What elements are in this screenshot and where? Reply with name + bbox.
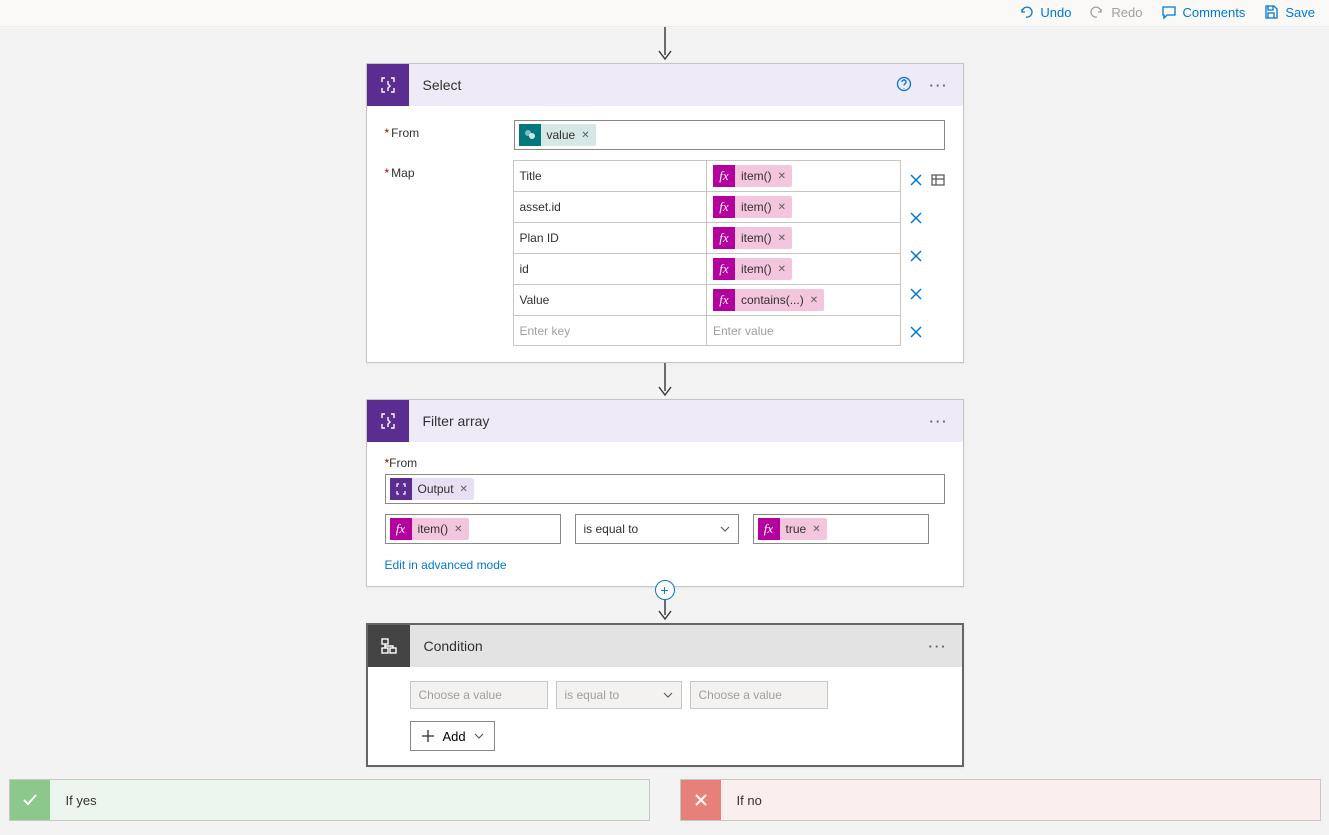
remove-token-icon[interactable]: ✕ <box>454 524 462 535</box>
map-key-cell[interactable]: id <box>513 254 707 285</box>
check-icon <box>10 780 50 820</box>
from-input[interactable]: Output ✕ <box>385 474 945 504</box>
card-header[interactable]: Condition ··· <box>368 625 962 667</box>
token-output[interactable]: Output ✕ <box>390 478 474 500</box>
branch-header[interactable]: If no <box>681 780 1320 820</box>
map-value-cell[interactable]: fxitem()✕ <box>707 161 901 192</box>
map-value-input[interactable] <box>713 324 894 338</box>
fx-icon: fx <box>713 196 735 218</box>
map-value-cell[interactable]: fxcontains(...)✕ <box>707 285 901 316</box>
card-menu-button[interactable]: ··· <box>926 414 953 429</box>
remove-token-icon[interactable]: ✕ <box>778 171 786 182</box>
map-key-cell[interactable]: Value <box>513 285 707 316</box>
delete-row-icon[interactable] <box>909 173 923 190</box>
remove-token-icon[interactable]: ✕ <box>778 202 786 213</box>
token-fx[interactable]: fxtrue✕ <box>758 518 827 540</box>
delete-row-icon[interactable] <box>909 325 923 342</box>
chevron-down-icon <box>720 524 730 534</box>
delete-row-icon[interactable] <box>909 249 923 266</box>
card-title: Select <box>423 77 882 93</box>
from-label: *From <box>385 456 945 470</box>
help-icon[interactable] <box>896 76 912 95</box>
undo-button[interactable]: Undo <box>1018 4 1071 20</box>
condition-operator-select[interactable]: is equal to <box>556 681 682 709</box>
map-key-cell[interactable]: Title <box>513 161 707 192</box>
save-button[interactable]: Save <box>1263 4 1315 20</box>
action-card-filter: Filter array ··· *From Output ✕ fxitem()… <box>366 399 964 587</box>
delete-row-icon[interactable] <box>909 211 923 228</box>
branch-no: If no <box>680 779 1321 821</box>
command-bar: Undo Redo Comments Save <box>0 0 1329 27</box>
remove-token-icon[interactable]: ✕ <box>778 233 786 244</box>
redo-button[interactable]: Redo <box>1089 4 1142 20</box>
card-menu-button[interactable]: ··· <box>926 78 953 93</box>
chevron-down-icon <box>663 690 673 700</box>
map-table: Title fxitem()✕ asset.id fxitem()✕ Plan … <box>513 160 901 346</box>
card-title: Filter array <box>423 413 912 429</box>
map-label: *Map <box>385 160 499 180</box>
from-input[interactable]: value ✕ <box>514 120 945 150</box>
control-icon <box>368 625 410 667</box>
remove-token-icon[interactable]: ✕ <box>581 130 589 141</box>
redo-icon <box>1089 4 1105 20</box>
data-operations-icon <box>367 400 409 442</box>
branch-header[interactable]: If yes <box>10 780 649 820</box>
chevron-down-icon <box>474 731 484 741</box>
map-key-input[interactable] <box>520 324 701 338</box>
condition-left-input[interactable]: Choose a value <box>410 681 548 709</box>
undo-icon <box>1018 4 1034 20</box>
delete-row-icon[interactable] <box>909 287 923 304</box>
data-operations-icon <box>390 478 412 500</box>
remove-token-icon[interactable]: ✕ <box>810 295 818 306</box>
fx-icon: fx <box>713 227 735 249</box>
card-menu-button[interactable]: ··· <box>925 639 952 654</box>
action-card-select: Select ··· *From value ✕ <box>366 63 964 363</box>
remove-token-icon[interactable]: ✕ <box>460 484 468 495</box>
condition-branches: If yes If no <box>9 779 1321 821</box>
token-fx[interactable]: fxitem()✕ <box>390 518 469 540</box>
edit-advanced-link[interactable]: Edit in advanced mode <box>385 558 507 572</box>
sharepoint-icon <box>519 124 541 146</box>
add-condition-button[interactable]: Add <box>410 721 495 751</box>
map-value-cell[interactable]: fxitem()✕ <box>707 254 901 285</box>
token-value[interactable]: value ✕ <box>519 124 596 146</box>
condition-right-input[interactable]: Choose a value <box>690 681 828 709</box>
close-icon <box>681 780 721 820</box>
filter-left-input[interactable]: fxitem()✕ <box>385 514 561 544</box>
from-label: *From <box>385 120 500 140</box>
flow-canvas: Select ··· *From value ✕ <box>0 27 1329 821</box>
fx-icon: fx <box>390 518 412 540</box>
map-key-cell[interactable]: Plan ID <box>513 223 707 254</box>
comment-icon <box>1161 4 1177 20</box>
card-title: Condition <box>424 638 911 654</box>
filter-operator-select[interactable]: is equal to <box>575 514 739 544</box>
plus-icon <box>421 729 435 743</box>
add-step-button[interactable]: + <box>655 580 675 600</box>
fx-icon: fx <box>758 518 780 540</box>
map-value-cell[interactable]: fxitem()✕ <box>707 192 901 223</box>
switch-mode-icon[interactable] <box>931 173 945 190</box>
card-header[interactable]: Filter array ··· <box>367 400 963 442</box>
filter-right-input[interactable]: fxtrue✕ <box>753 514 929 544</box>
control-card-condition: Condition ··· Choose a value is equal to… <box>366 623 964 767</box>
remove-token-icon[interactable]: ✕ <box>778 264 786 275</box>
fx-icon: fx <box>713 165 735 187</box>
fx-icon: fx <box>713 258 735 280</box>
connector-arrow <box>655 27 675 63</box>
connector-arrow <box>655 363 675 399</box>
data-operations-icon <box>367 64 409 106</box>
fx-icon: fx <box>713 289 735 311</box>
map-value-cell[interactable]: fxitem()✕ <box>707 223 901 254</box>
comments-button[interactable]: Comments <box>1161 4 1246 20</box>
card-header[interactable]: Select ··· <box>367 64 963 106</box>
map-row-actions <box>909 160 945 348</box>
remove-token-icon[interactable]: ✕ <box>812 524 820 535</box>
map-key-cell[interactable]: asset.id <box>513 192 707 223</box>
save-icon <box>1263 4 1279 20</box>
branch-yes: If yes <box>9 779 650 821</box>
